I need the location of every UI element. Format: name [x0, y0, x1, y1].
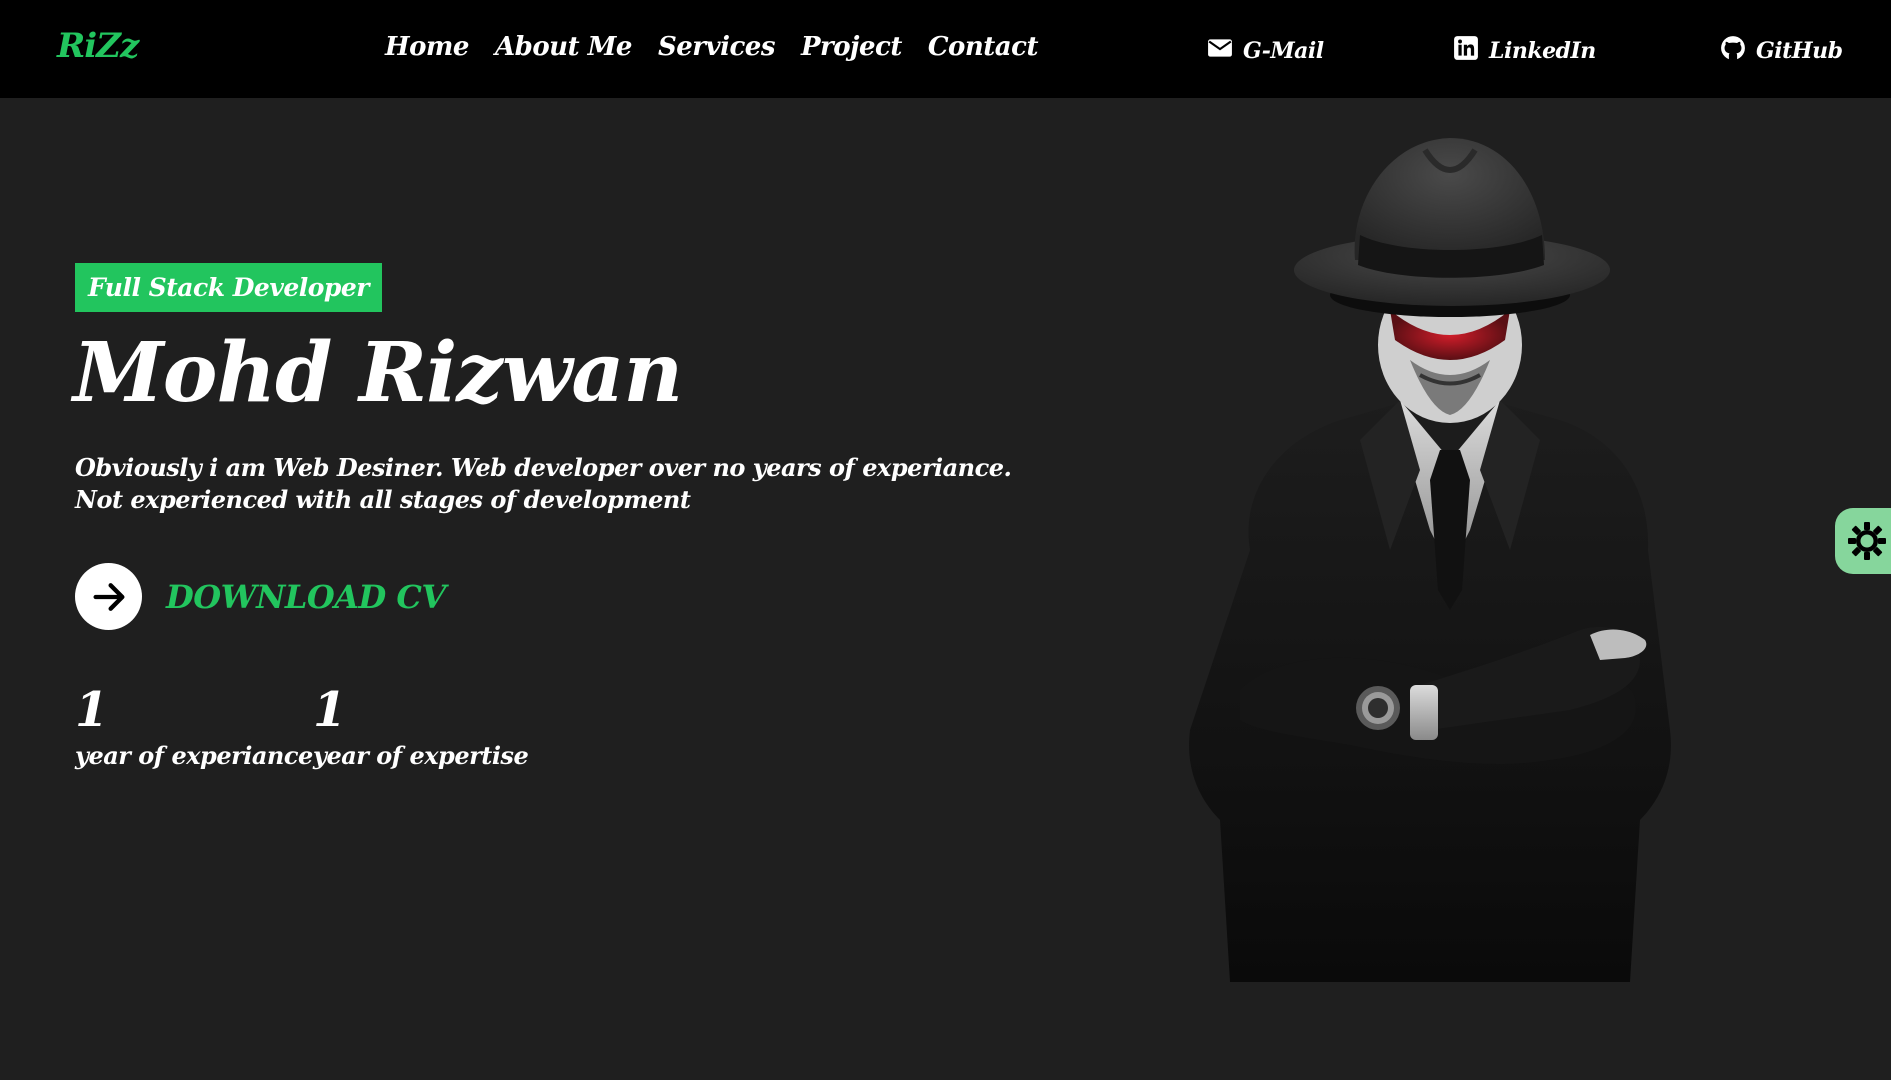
stat-expertise: 1 year of expertise: [313, 680, 529, 772]
stat-label: year of experiance: [75, 741, 313, 770]
gmail-link[interactable]: G-Mail: [1207, 35, 1324, 67]
github-icon: [1720, 35, 1746, 67]
role-badge: Full Stack Developer: [75, 263, 382, 312]
linkedin-link[interactable]: LinkedIn: [1453, 35, 1596, 67]
github-link[interactable]: GitHub: [1720, 35, 1843, 67]
top-navbar: RiZz Home About Me Services Project Cont…: [0, 0, 1891, 98]
arrow-right-icon[interactable]: [75, 563, 142, 630]
nav-project[interactable]: Project: [801, 32, 902, 62]
linkedin-icon: [1453, 35, 1479, 67]
download-cv-button[interactable]: DOWNLOAD CV: [75, 563, 446, 630]
site-logo[interactable]: RiZz: [57, 26, 139, 66]
nav-services[interactable]: Services: [658, 32, 776, 62]
linkedin-label: LinkedIn: [1489, 38, 1596, 64]
stat-label: year of expertise: [313, 741, 529, 770]
gmail-label: G-Mail: [1243, 38, 1324, 64]
nav-about-me[interactable]: About Me: [495, 32, 632, 62]
nav-home[interactable]: Home: [385, 32, 469, 62]
stat-value: 1: [75, 682, 109, 738]
nav-contact[interactable]: Contact: [928, 32, 1039, 62]
stat-value: 1: [313, 682, 347, 738]
hero-portrait-image: [1170, 130, 1730, 982]
github-label: GitHub: [1756, 38, 1843, 64]
stat-experience: 1 year of experiance: [75, 680, 313, 772]
download-cv-label[interactable]: DOWNLOAD CV: [166, 578, 446, 616]
hero-description: Obviously i am Web Desiner. Web develope…: [75, 453, 1012, 514]
envelope-icon: [1207, 35, 1233, 67]
hero-name: Mohd Rizwan: [73, 325, 683, 421]
main-nav: Home About Me Services Project Contact: [385, 32, 1039, 62]
theme-toggle-button[interactable]: [1835, 508, 1891, 574]
